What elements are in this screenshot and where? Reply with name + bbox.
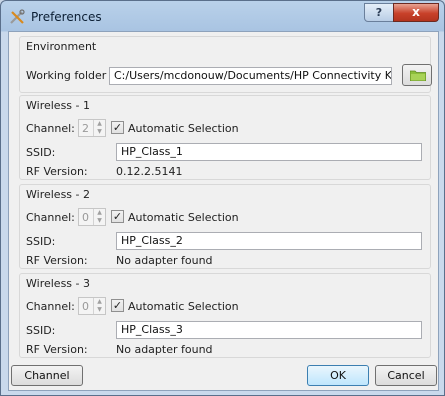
spinner-arrows-icon[interactable]: ▲ ▼ — [93, 120, 105, 136]
browse-folder-button[interactable] — [402, 64, 432, 86]
channel-value: 2 — [82, 122, 89, 135]
channel-label: Channel: — [26, 300, 75, 313]
channel-spinner[interactable]: 0 ▲ ▼ — [78, 297, 106, 315]
tools-icon — [9, 9, 25, 25]
working-folder-field[interactable]: C:/Users/mcdonouw/Documents/HP Connectiv… — [109, 67, 392, 85]
automatic-selection-label[interactable]: Automatic Selection — [128, 122, 239, 135]
group-title: Wireless - 3 — [26, 277, 90, 290]
ssid-label: SSID: — [26, 235, 56, 248]
channel-label: Channel: — [26, 211, 75, 224]
rf-version-label: RF Version: — [26, 254, 88, 267]
wireless-3-group: Wireless - 3 Channel: 0 ▲ ▼ ✓ Automatic S… — [19, 273, 431, 358]
automatic-selection-label[interactable]: Automatic Selection — [128, 300, 239, 313]
group-title: Wireless - 2 — [26, 188, 90, 201]
rf-version-value: No adapter found — [116, 343, 213, 356]
cancel-button[interactable]: Cancel — [375, 365, 437, 386]
ssid-label: SSID: — [26, 324, 56, 337]
window-title: Preferences — [31, 10, 102, 24]
channel-spinner[interactable]: 2 ▲ ▼ — [78, 119, 106, 137]
dialog-body: Environment Working folder C:/Users/mcdo… — [8, 31, 439, 391]
automatic-selection-checkbox[interactable]: ✓ — [111, 121, 124, 134]
rf-version-label: RF Version: — [26, 165, 88, 178]
channel-value: 0 — [82, 300, 89, 313]
channel-button[interactable]: Channel — [11, 365, 83, 386]
ssid-field[interactable]: HP_Class_2 — [116, 232, 422, 250]
environment-group: Environment Working folder C:/Users/mcdo… — [19, 36, 432, 93]
ssid-label: SSID: — [26, 146, 56, 159]
ssid-field[interactable]: HP_Class_1 — [116, 143, 422, 161]
wireless-1-group: Wireless - 1 Channel: 2 ▲ ▼ ✓ Automatic S… — [19, 95, 431, 180]
title-bar[interactable]: Preferences ? x — [1, 1, 444, 31]
channel-value: 0 — [82, 211, 89, 224]
ssid-field[interactable]: HP_Class_3 — [116, 321, 422, 339]
working-folder-label: Working folder — [26, 69, 107, 82]
preferences-window: Preferences ? x Environment Working fold… — [0, 0, 445, 396]
group-title: Wireless - 1 — [26, 99, 90, 112]
wireless-2-group: Wireless - 2 Channel: 0 ▲ ▼ ✓ Automatic S… — [19, 184, 431, 269]
rf-version-value: No adapter found — [116, 254, 213, 267]
help-button[interactable]: ? — [364, 3, 394, 22]
channel-label: Channel: — [26, 122, 75, 135]
automatic-selection-checkbox[interactable]: ✓ — [111, 210, 124, 223]
ok-button[interactable]: OK — [307, 365, 369, 386]
channel-spinner[interactable]: 0 ▲ ▼ — [78, 208, 106, 226]
rf-version-value: 0.12.2.5141 — [116, 165, 183, 178]
automatic-selection-checkbox[interactable]: ✓ — [111, 299, 124, 312]
automatic-selection-label[interactable]: Automatic Selection — [128, 211, 239, 224]
spinner-arrows-icon[interactable]: ▲ ▼ — [93, 209, 105, 225]
folder-icon — [409, 70, 427, 84]
rf-version-label: RF Version: — [26, 343, 88, 356]
close-button[interactable]: x — [393, 3, 439, 22]
group-title: Environment — [26, 40, 97, 53]
spinner-arrows-icon[interactable]: ▲ ▼ — [93, 298, 105, 314]
